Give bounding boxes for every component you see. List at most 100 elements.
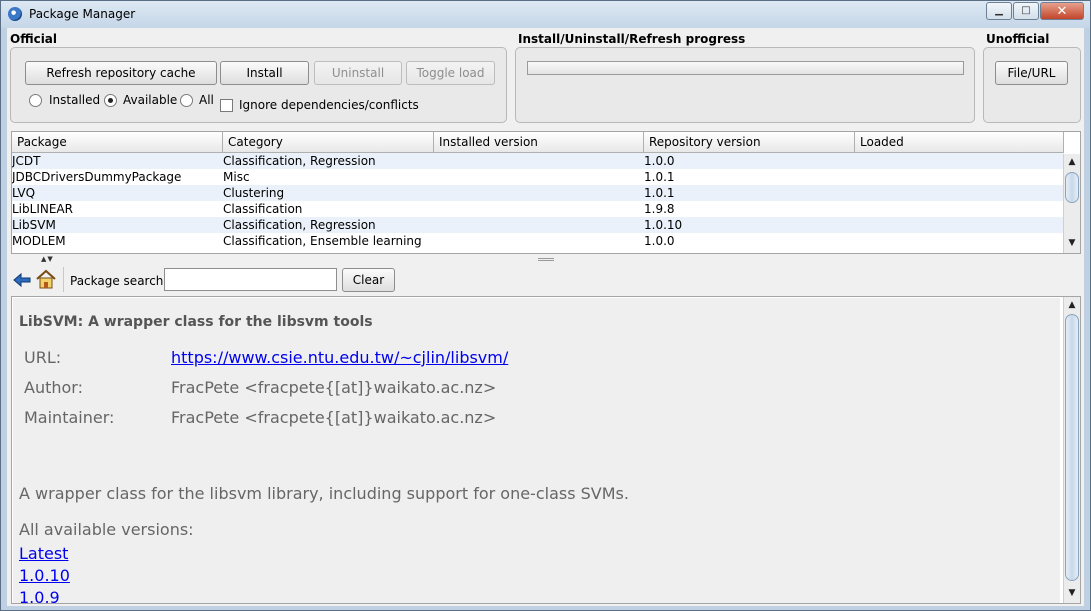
table-cell: Classification, Regression [223, 154, 376, 168]
maximize-button[interactable]: □ [1013, 2, 1039, 20]
table-cell [434, 233, 644, 249]
refresh-repository-cache-button[interactable]: Refresh repository cache [25, 61, 217, 85]
column-header-loaded[interactable]: Loaded [855, 132, 1064, 153]
maintainer-value: FracPete <fracpete{[at]}waikato.ac.nz> [171, 408, 497, 427]
available-radio-label: Available [123, 93, 178, 107]
table-cell: MODLEM [12, 234, 66, 248]
details-scroll-thumb[interactable] [1065, 314, 1079, 581]
package-manager-window: Package Manager ▁ □ ✕ Official Refresh r… [0, 0, 1091, 611]
home-icon[interactable] [35, 268, 57, 290]
all-radio[interactable] [180, 94, 193, 107]
package-search-input[interactable] [164, 268, 337, 291]
details-scrollbar[interactable]: ▲ ▼ [1063, 297, 1080, 603]
table-row[interactable]: JDBCDriversDummyPackage Misc 1.0.1 [12, 169, 1064, 185]
progress-bar [527, 61, 964, 75]
file-url-button[interactable]: File/URL [995, 61, 1068, 85]
package-description: A wrapper class for the libsvm library, … [19, 484, 629, 503]
uninstall-button[interactable]: Uninstall [314, 61, 402, 85]
table-cell [855, 153, 1064, 169]
table-scrollbar[interactable]: ▲ ▼ [1063, 154, 1080, 253]
table-cell: Misc [223, 170, 250, 184]
scroll-up-icon[interactable]: ▲ [1067, 300, 1077, 310]
ignore-dependencies-checkbox[interactable] [220, 99, 233, 112]
table-cell [855, 233, 1064, 249]
table-cell: Classification, Ensemble learning [223, 234, 422, 248]
table-scroll-thumb[interactable] [1065, 172, 1079, 203]
close-button[interactable]: ✕ [1040, 2, 1084, 20]
maintainer-label: Maintainer: [24, 408, 115, 427]
table-row[interactable]: LVQ Clustering 1.0.1 [12, 185, 1064, 201]
ignore-dependencies-label: Ignore dependencies/conflicts [239, 98, 419, 112]
column-header-installed-version[interactable]: Installed version [434, 132, 644, 153]
table-cell: 1.0.1 [644, 170, 675, 184]
table-cell: JDBCDriversDummyPackage [12, 170, 182, 184]
table-cell [434, 185, 644, 201]
column-header-repository-version[interactable]: Repository version [644, 132, 855, 153]
version-link[interactable]: 1.0.9 [19, 588, 60, 603]
table-cell: Classification [223, 202, 303, 216]
splitter-arrows-icon[interactable]: ▲▼ [41, 255, 54, 263]
package-url-link[interactable]: https://www.csie.ntu.edu.tw/~cjlin/libsv… [171, 348, 508, 367]
install-button[interactable]: Install [220, 61, 309, 85]
table-cell: 1.9.8 [644, 202, 675, 216]
main-content: Official Refresh repository cache Instal… [7, 28, 1084, 606]
back-arrow-icon[interactable] [12, 271, 32, 289]
toolbar-separator [63, 267, 64, 292]
version-link[interactable]: 1.0.10 [19, 566, 70, 585]
minimize-button[interactable]: ▁ [986, 2, 1012, 20]
table-header: Package Category Installed version Repos… [12, 132, 1064, 153]
package-details-pane: LibSVM: A wrapper class for the libsvm t… [11, 296, 1081, 604]
url-label: URL: [24, 348, 62, 367]
java-app-icon [8, 7, 22, 21]
table-cell: LVQ [12, 186, 36, 200]
toggle-load-button[interactable]: Toggle load [406, 61, 495, 85]
versions-label: All available versions: [19, 520, 194, 539]
window-controls: ▁ □ ✕ [985, 2, 1084, 20]
scroll-up-icon[interactable]: ▲ [1067, 157, 1077, 167]
table-cell: 1.0.0 [644, 154, 675, 168]
package-table: Package Category Installed version Repos… [11, 131, 1081, 254]
table-cell [855, 169, 1064, 185]
unofficial-group-title: Unofficial [986, 32, 1050, 46]
table-row[interactable]: MODLEM Classification, Ensemble learning 1… [12, 233, 1064, 249]
column-header-package[interactable]: Package [12, 132, 223, 153]
all-radio-label: All [199, 93, 214, 107]
version-link-latest[interactable]: Latest [19, 544, 68, 563]
table-cell [434, 201, 644, 217]
table-row[interactable]: LibSVM Classification, Regression 1.0.10 [12, 217, 1064, 233]
table-cell: 1.0.0 [644, 234, 675, 248]
clear-button[interactable]: Clear [342, 268, 395, 292]
table-cell: 1.0.1 [644, 186, 675, 200]
table-cell [434, 153, 644, 169]
progress-group [515, 47, 975, 123]
table-cell: LibSVM [12, 218, 56, 232]
table-cell: Classification, Regression [223, 218, 376, 232]
table-row[interactable]: LibLINEAR Classification 1.9.8 [12, 201, 1064, 217]
table-cell: JCDT [12, 154, 41, 168]
scroll-down-icon[interactable]: ▼ [1067, 238, 1077, 248]
scroll-down-icon[interactable]: ▼ [1067, 588, 1077, 598]
table-cell [855, 201, 1064, 217]
installed-radio[interactable] [29, 94, 42, 107]
table-cell: 1.0.10 [644, 218, 683, 232]
column-header-category[interactable]: Category [223, 132, 434, 153]
package-details-content: LibSVM: A wrapper class for the libsvm t… [13, 298, 1060, 603]
author-label: Author: [24, 378, 83, 397]
pane-splitter[interactable]: ▲▼ [7, 255, 1084, 263]
available-radio[interactable] [104, 94, 117, 107]
unofficial-group: File/URL [983, 47, 1081, 123]
table-cell [434, 169, 644, 185]
progress-group-title: Install/Uninstall/Refresh progress [518, 32, 746, 46]
splitter-grip[interactable] [538, 258, 554, 261]
package-search-label: Package search [70, 274, 164, 288]
table-body: JCDT Classification, Regression 1.0.0 JDBCD… [12, 153, 1064, 249]
table-cell [434, 217, 644, 233]
table-cell [855, 217, 1064, 233]
official-group-title: Official [10, 32, 58, 46]
title-bar: Package Manager ▁ □ ✕ [1, 1, 1090, 28]
installed-radio-label: Installed [49, 93, 101, 107]
table-cell: LibLINEAR [12, 202, 73, 216]
table-cell: Clustering [223, 186, 285, 200]
table-row[interactable]: JCDT Classification, Regression 1.0.0 [12, 153, 1064, 169]
official-group: Refresh repository cache Install Uninsta… [10, 47, 507, 123]
